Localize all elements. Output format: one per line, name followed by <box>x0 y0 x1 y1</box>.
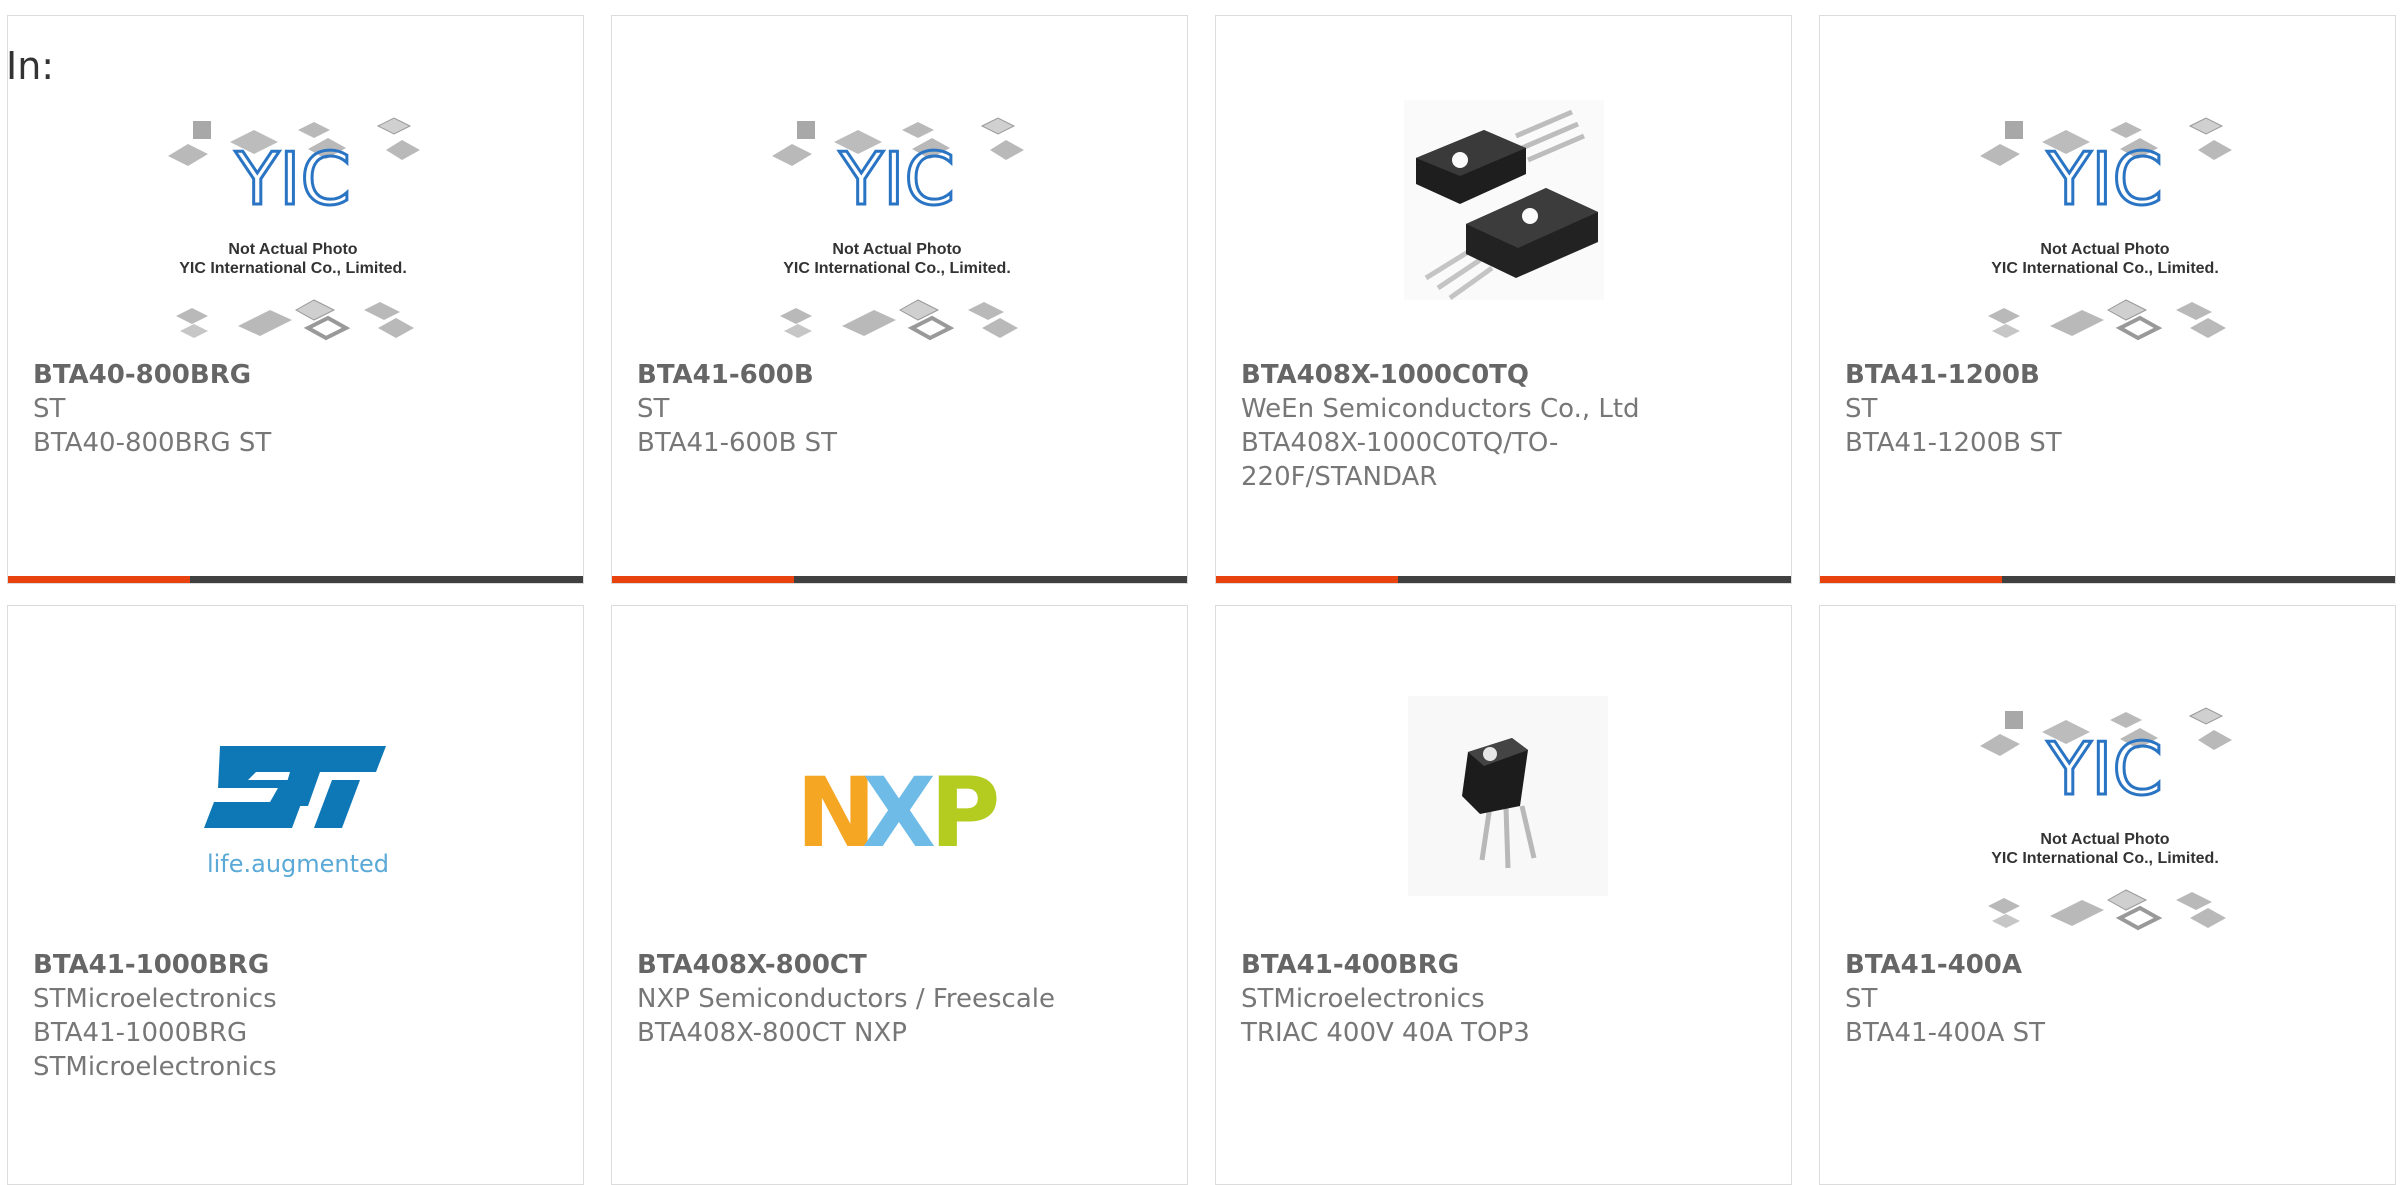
placeholder-line-1: Not Actual Photo <box>2040 241 2169 258</box>
part-number-link[interactable]: BTA408X-1000C0TQ <box>1241 358 1761 392</box>
top3-package-icon <box>1408 696 1608 896</box>
manufacturer: ST <box>637 394 670 424</box>
nxp-letter-x: X <box>862 757 936 869</box>
part-number-link[interactable]: BTA41-400A <box>1845 948 2365 982</box>
manufacturer: STMicroelectronics <box>33 984 277 1014</box>
product-grid: YIC Not Actual Photo YIC International C… <box>0 0 2400 1185</box>
placeholder-line-1: Not Actual Photo <box>832 241 961 258</box>
part-number-link[interactable]: BTA41-1000BRG <box>33 948 553 982</box>
manufacturer: STMicroelectronics <box>1241 984 1485 1014</box>
manufacturer: ST <box>33 394 66 424</box>
product-info: BTA41-400A ST BTA41-400A ST <box>1845 948 2365 1050</box>
manufacturer: NXP Semiconductors / Freescale <box>637 984 1056 1014</box>
card-accent-bar <box>612 576 1187 583</box>
description: BTA408X-1000C0TQ/TO- <box>1241 428 1559 458</box>
product-card[interactable]: YIC Not Actual Photo YIC International C… <box>7 15 584 584</box>
manufacturer: WeEn Semiconductors Co., Ltd <box>1241 394 1640 424</box>
in-label: In: <box>6 44 55 88</box>
placeholder-line-2: YIC International Co., Limited. <box>179 260 407 277</box>
card-accent-bar <box>1216 576 1791 583</box>
to220-product-photo <box>1404 100 1604 301</box>
top3-product-photo <box>1408 696 1608 896</box>
description: BTA41-400A ST <box>1845 1018 2046 1048</box>
product-info: BTA41-400BRG STMicroelectronics TRIAC 40… <box>1241 948 1761 1050</box>
to220-icon <box>1404 100 1604 301</box>
product-info: BTA41-1200B ST BTA41-1200B ST <box>1845 358 2365 460</box>
product-info: BTA408X-800CT NXP Semiconductors / Frees… <box>637 948 1157 1050</box>
description: BTA41-1000BRG <box>33 1018 248 1048</box>
product-info: BTA40-800BRG ST BTA40-800BRG ST <box>33 358 553 460</box>
chips-icon <box>176 299 414 341</box>
part-number-link[interactable]: BTA408X-800CT <box>637 948 1157 982</box>
part-number-link[interactable]: BTA41-400BRG <box>1241 948 1761 982</box>
st-logo <box>204 746 386 828</box>
card-accent-bar <box>1820 576 2395 583</box>
manufacturer: ST <box>1845 984 1878 1014</box>
placeholder-line-2: YIC International Co., Limited. <box>1991 850 2219 867</box>
yic-logo: YIC <box>234 137 351 221</box>
nxp-letter-p: P <box>930 757 1000 869</box>
part-number-link[interactable]: BTA41-600B <box>637 358 1157 392</box>
description-continued: 220F/STANDAR <box>1241 462 1438 492</box>
description: BTA40-800BRG ST <box>33 428 272 458</box>
product-info: BTA408X-1000C0TQ WeEn Semiconductors Co.… <box>1241 358 1761 494</box>
yic-logo: YIC <box>2046 137 2163 221</box>
product-card[interactable]: YIC Not Actual Photo YIC International C… <box>1819 605 2396 1185</box>
product-card[interactable]: N X P BTA408X-800CT NXP Semiconductors /… <box>611 605 1188 1185</box>
not-actual-photo-image: YIC Not Actual Photo YIC International C… <box>772 117 1024 341</box>
description: BTA408X-800CT NXP <box>637 1018 907 1048</box>
part-number-link[interactable]: BTA40-800BRG <box>33 358 553 392</box>
product-card[interactable]: life.augmented BTA41-1000BRG STMicroelec… <box>7 605 584 1185</box>
chips-icon <box>1988 889 2226 931</box>
not-actual-photo-image: YIC Not Actual Photo YIC International C… <box>168 117 420 341</box>
placeholder-line-2: YIC International Co., Limited. <box>783 260 1011 277</box>
chips-icon <box>780 299 1018 341</box>
product-card[interactable]: BTA41-400BRG STMicroelectronics TRIAC 40… <box>1215 605 1792 1185</box>
product-card[interactable]: BTA408X-1000C0TQ WeEn Semiconductors Co.… <box>1215 15 1792 584</box>
yic-logo: YIC <box>2046 727 2163 811</box>
product-info: BTA41-600B ST BTA41-600B ST <box>637 358 1157 460</box>
placeholder-line-2: YIC International Co., Limited. <box>1991 260 2219 277</box>
part-number-link[interactable]: BTA41-1200B <box>1845 358 2365 392</box>
description-continued: STMicroelectronics <box>33 1052 277 1082</box>
product-card[interactable]: YIC Not Actual Photo YIC International C… <box>1819 15 2396 584</box>
placeholder-line-1: Not Actual Photo <box>228 241 357 258</box>
product-info: BTA41-1000BRG STMicroelectronics BTA41-1… <box>33 948 553 1084</box>
st-logo-image: life.augmented <box>204 746 389 878</box>
not-actual-photo-image: YIC Not Actual Photo YIC International C… <box>1980 117 2232 341</box>
not-actual-photo-image: YIC Not Actual Photo YIC International C… <box>1980 707 2232 931</box>
st-tagline: life.augmented <box>207 850 389 878</box>
chips-icon <box>1988 299 2226 341</box>
manufacturer: ST <box>1845 394 1878 424</box>
description: BTA41-600B ST <box>637 428 838 458</box>
description: BTA41-1200B ST <box>1845 428 2062 458</box>
placeholder-line-1: Not Actual Photo <box>2040 831 2169 848</box>
yic-logo: YIC <box>838 137 955 221</box>
nxp-logo: N X P <box>796 757 1000 869</box>
description: TRIAC 400V 40A TOP3 <box>1241 1018 1530 1048</box>
nxp-logo-image: N X P <box>796 757 1000 869</box>
card-accent-bar <box>8 576 583 583</box>
product-card[interactable]: YIC Not Actual Photo YIC International C… <box>611 15 1188 584</box>
